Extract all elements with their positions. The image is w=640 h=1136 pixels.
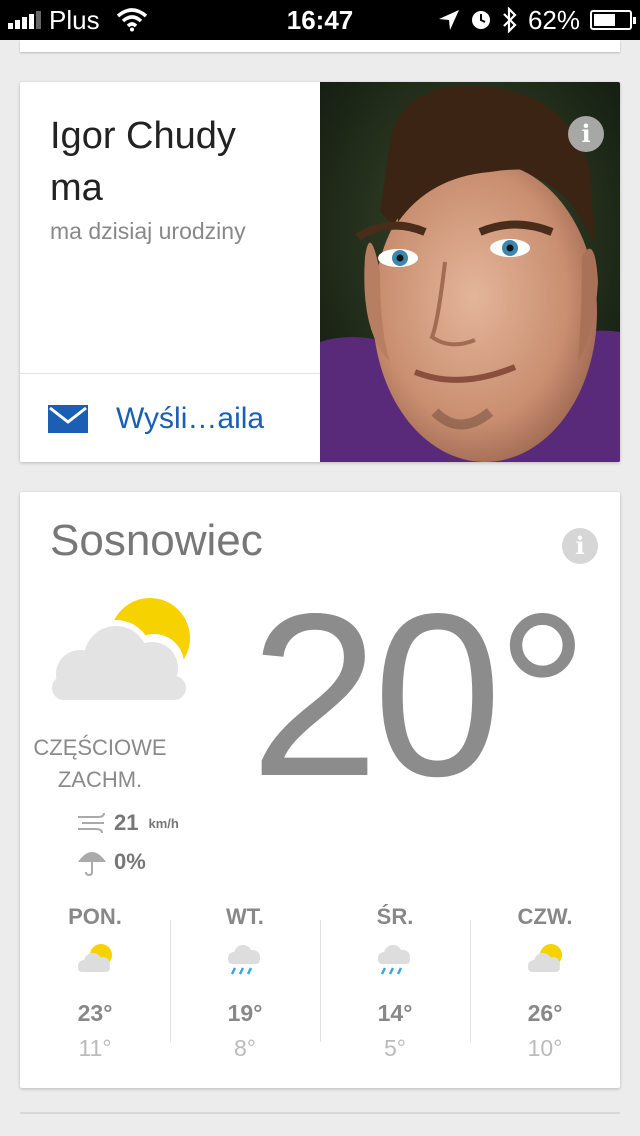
battery-percentage: 62%	[527, 4, 580, 35]
forecast-low: 10°	[527, 1035, 563, 1061]
umbrella-icon	[78, 852, 106, 876]
birthday-card[interactable]: Igor Chudy ma ma dzisiaj urodziny Wyśli……	[20, 82, 620, 462]
envelope-icon	[48, 405, 88, 433]
send-email-label: Wyśli…aila	[116, 402, 265, 435]
precipitation-value: 0%	[114, 849, 146, 874]
partly-cloudy-icon	[528, 944, 562, 972]
forecast-high: 26°	[527, 1000, 563, 1026]
forecast-high: 19°	[227, 1000, 263, 1026]
forecast-day-name: CZW.	[517, 904, 573, 929]
forecast-day-name: PON.	[68, 904, 122, 929]
forecast-row: PON. 23° 11° WT. 19° 8° ŚR. 14° 5° CZW. …	[20, 902, 620, 1061]
forecast-low: 11°	[78, 1035, 112, 1061]
partly-cloudy-icon	[48, 598, 190, 704]
forecast-high: 14°	[377, 1000, 413, 1026]
info-icon[interactable]: i	[568, 116, 604, 152]
divider	[20, 373, 320, 374]
weather-card[interactable]: Sosnowiec i CZĘŚCIOWE ZACHM. 21 km/h 0% …	[20, 492, 620, 1088]
forecast-day[interactable]: WT. 19° 8°	[170, 902, 320, 1061]
wind-icon	[78, 812, 105, 834]
city-name: Sosnowiec	[50, 516, 263, 565]
bluetooth-icon	[503, 7, 517, 33]
wind-unit: km/h	[148, 815, 179, 831]
current-temperature: 20°	[250, 566, 589, 825]
rain-icon	[228, 945, 260, 975]
previous-card-remnant	[20, 40, 620, 52]
alarm-clock-icon	[471, 11, 490, 29]
info-icon[interactable]: i	[562, 528, 598, 564]
battery-icon	[590, 10, 636, 30]
status-bar: Plus 16:47 62%	[0, 0, 640, 40]
forecast-day[interactable]: ŚR. 14° 5°	[320, 902, 470, 1061]
send-email-button[interactable]: Wyśli…aila	[48, 392, 264, 446]
forecast-day-name: WT.	[226, 904, 264, 929]
forecast-day-name: ŚR.	[376, 904, 414, 929]
forecast-low: 8°	[234, 1035, 256, 1061]
forecast-day[interactable]: PON. 23° 11°	[20, 902, 170, 1061]
wind-value: 21	[114, 810, 139, 835]
partly-cloudy-icon	[78, 944, 112, 972]
next-card-edge	[20, 1112, 620, 1114]
condition-label: CZĘŚCIOWE ZACHM.	[33, 735, 167, 792]
contact-photo[interactable]: i	[320, 82, 620, 462]
rain-icon	[378, 945, 410, 975]
forecast-low: 5°	[384, 1035, 406, 1061]
precipitation-stat: 0%	[76, 848, 146, 876]
location-arrow-icon	[438, 10, 459, 30]
forecast-day[interactable]: CZW. 26° 10°	[470, 902, 620, 1061]
forecast-high: 23°	[77, 1000, 113, 1026]
birthday-subtitle: ma dzisiaj urodziny	[50, 218, 246, 244]
wind-stat: 21 km/h	[76, 810, 179, 836]
contact-name: Igor Chudy ma	[50, 115, 236, 209]
